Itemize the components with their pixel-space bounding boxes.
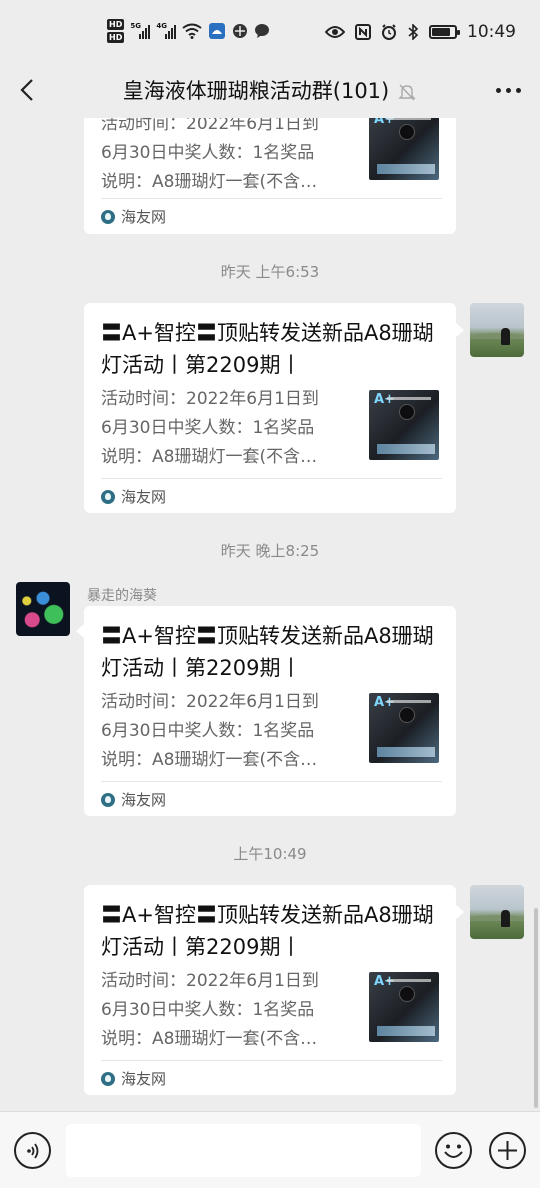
plus-icon [498, 1141, 517, 1160]
card-description: 活动时间：2022年6月1日到 6月30日中奖人数：1名奖品 说明：A8珊瑚灯一… [101, 971, 319, 1049]
source-logo-icon [101, 489, 115, 504]
hd-badge: HD [107, 19, 125, 30]
signal-5g-icon: 5G [130, 22, 151, 39]
wifi-icon [182, 23, 202, 39]
card-source: 海友网 [101, 1068, 166, 1089]
card-divider [101, 478, 442, 479]
link-card-message[interactable]: 〓A+智控〓顶贴转发送新品A8珊瑚灯活动丨第2209期丨 活动时间：2022年6… [84, 885, 456, 1095]
bluetooth-icon [408, 24, 419, 40]
smiley-icon [444, 1144, 463, 1158]
signal-4g-icon: 4G [156, 22, 177, 39]
card-source: 海友网 [101, 486, 166, 507]
timestamp: 昨天 上午6:53 [220, 263, 320, 281]
card-thumbnail: A+ [369, 972, 439, 1042]
card-divider [101, 781, 442, 782]
link-card-message[interactable]: 活动时间：2022年6月1日到 6月30日中奖人数：1名奖品 说明：A8珊瑚灯一… [84, 118, 456, 234]
source-logo-icon [101, 1071, 115, 1086]
more-functions-button[interactable] [489, 1132, 526, 1169]
source-logo-icon [101, 792, 115, 807]
battery-icon [429, 25, 460, 39]
bubble-tail [456, 323, 464, 337]
my-avatar[interactable] [470, 303, 524, 357]
nfc-icon [355, 24, 371, 40]
source-logo-icon [101, 209, 115, 224]
voice-input-button[interactable] [14, 1132, 51, 1169]
alarm-icon [382, 24, 396, 40]
card-source: 海友网 [101, 789, 166, 810]
emoji-button[interactable] [435, 1132, 472, 1169]
card-title: 〓A+智控〓顶贴转发送新品A8珊瑚灯活动丨第2209期丨 [101, 321, 434, 377]
browser-icon [233, 24, 248, 38]
timestamp: 昨天 晚上8:25 [220, 542, 320, 560]
message-list[interactable]: 活动时间：2022年6月1日到 6月30日中奖人数：1名奖品 说明：A8珊瑚灯一… [0, 118, 540, 1111]
card-title: 〓A+智控〓顶贴转发送新品A8珊瑚灯活动丨第2209期丨 [101, 903, 434, 959]
clock: 10:49 [467, 22, 516, 42]
bubble-tail [76, 624, 84, 638]
eye-icon [325, 26, 345, 38]
more-options-button[interactable] [488, 70, 528, 110]
card-thumbnail: A+ [369, 693, 439, 763]
app-notification-icon [209, 23, 226, 39]
dot-icon [505, 87, 511, 93]
message-input[interactable] [66, 1124, 421, 1177]
my-avatar[interactable] [470, 885, 524, 939]
scrollbar[interactable] [534, 908, 538, 1108]
card-title: 〓A+智控〓顶贴转发送新品A8珊瑚灯活动丨第2209期丨 [101, 624, 434, 680]
timestamp: 上午10:49 [233, 845, 307, 863]
sender-avatar[interactable] [16, 582, 70, 636]
hd-badge: HD [107, 32, 125, 43]
chat-header: 皇海液体珊瑚粮活动群(101) [0, 62, 540, 118]
status-bar: HD HD 5G 4G 10:49 [0, 0, 540, 62]
voice-icon [26, 1142, 38, 1159]
page-title: 皇海液体珊瑚粮活动群(101) [0, 75, 540, 105]
card-description: 活动时间：2022年6月1日到 6月30日中奖人数：1名奖品 说明：A8珊瑚灯一… [101, 692, 319, 770]
card-source: 海友网 [101, 206, 166, 227]
card-description: 活动时间：2022年6月1日到 6月30日中奖人数：1名奖品 说明：A8珊瑚灯一… [101, 389, 319, 467]
dot-icon [495, 87, 501, 93]
bubble-tail [456, 905, 464, 919]
link-card-message[interactable]: 〓A+智控〓顶贴转发送新品A8珊瑚灯活动丨第2209期丨 活动时间：2022年6… [84, 606, 456, 816]
input-bar [0, 1111, 540, 1188]
card-divider [101, 198, 442, 199]
card-thumbnail: A+ [369, 118, 439, 180]
message-icon [255, 24, 270, 38]
group-name: 皇海液体珊瑚粮活动群(101) [122, 79, 390, 103]
dot-icon [515, 87, 521, 93]
card-divider [101, 1060, 442, 1061]
card-thumbnail: A+ [369, 390, 439, 460]
link-card-message[interactable]: 〓A+智控〓顶贴转发送新品A8珊瑚灯活动丨第2209期丨 活动时间：2022年6… [84, 303, 456, 513]
sender-name: 暴走的海葵 [87, 588, 157, 604]
card-description: 活动时间：2022年6月1日到 6月30日中奖人数：1名奖品 说明：A8珊瑚灯一… [101, 118, 319, 192]
mute-bell-icon [398, 84, 416, 101]
